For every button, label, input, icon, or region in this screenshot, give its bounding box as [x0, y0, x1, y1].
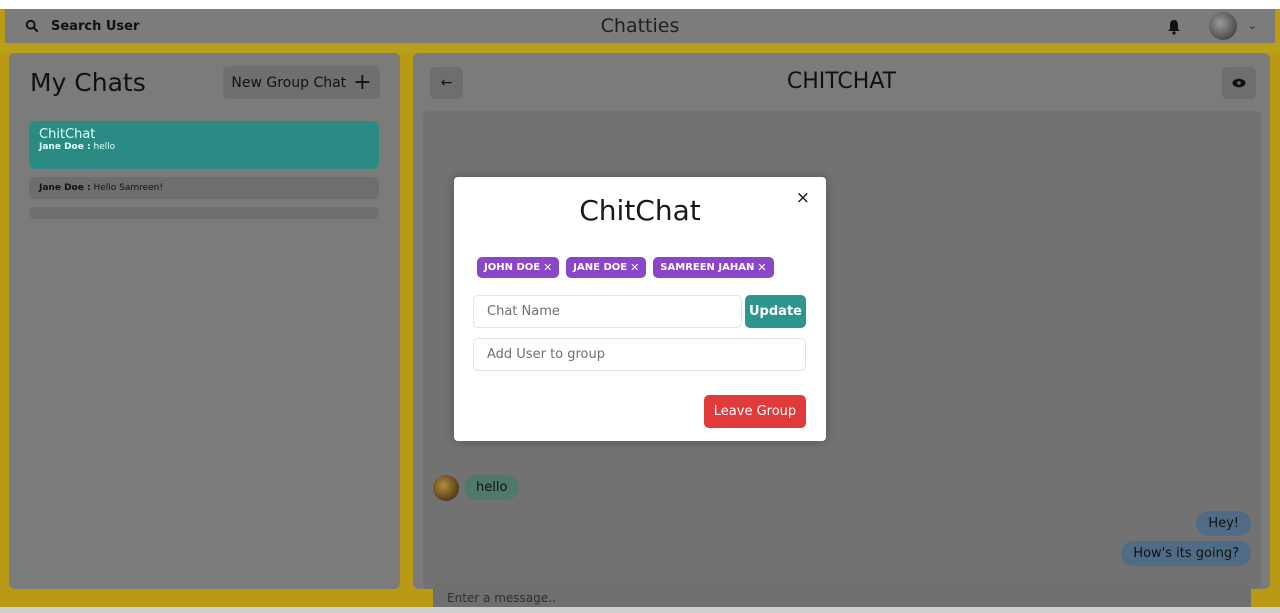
remove-member-icon[interactable]: ✕ [630, 261, 639, 274]
member-name: SAMREEN JAHAN [660, 262, 755, 273]
member-chip[interactable]: JANE DOE ✕ [566, 257, 647, 278]
preview-sender: Jane Doe : [39, 183, 91, 193]
plus-icon: + [353, 69, 372, 95]
preview-text: hello [93, 142, 116, 152]
chat-item-name: ChitChat [39, 127, 96, 142]
eye-icon [1232, 78, 1246, 88]
remove-member-icon[interactable]: ✕ [543, 261, 552, 274]
my-chats-panel: My Chats New Group Chat + ChitChat Jane … [9, 53, 400, 589]
preview-text: Hello Samreen! [93, 183, 163, 193]
modal-title: ChitChat [579, 194, 701, 227]
top-edge [0, 0, 1280, 9]
new-group-label: New Group Chat [231, 74, 347, 91]
message-bubble: hello [464, 475, 520, 500]
member-chip[interactable]: JOHN DOE ✕ [477, 257, 560, 278]
close-icon[interactable]: × [796, 188, 810, 208]
new-group-chat-button[interactable]: New Group Chat + [223, 66, 380, 99]
add-user-input[interactable] [473, 338, 806, 371]
top-strip [0, 43, 1280, 53]
member-name: JANE DOE [573, 262, 628, 273]
chat-title: CHITCHAT [786, 69, 897, 94]
bell-icon[interactable] [1167, 19, 1181, 35]
chat-item-chitchat[interactable]: ChitChat Jane Doe : hello [29, 121, 379, 169]
user-avatar[interactable] [1209, 12, 1237, 40]
app-title: Chatties [600, 15, 680, 37]
chat-name-input[interactable] [473, 295, 742, 328]
top-bar: Search User Chatties ⌄ [5, 9, 1275, 43]
bottom-bar [0, 607, 1280, 613]
group-settings-modal: ChitChat × JOHN DOE ✕ JANE DOE ✕ SAMREEN J… [454, 177, 826, 441]
update-button[interactable]: Update [745, 295, 806, 328]
chat-list: ChitChat Jane Doe : hello Jane Doe : Hel… [29, 121, 379, 227]
remove-member-icon[interactable]: ✕ [757, 261, 766, 274]
chat-item-preview: Jane Doe : Hello Samreen! [39, 183, 369, 193]
leave-group-button[interactable]: Leave Group [704, 395, 806, 428]
chat-item-jane-doe[interactable]: Jane Doe : Hello Samreen! [29, 177, 379, 199]
member-chips: JOHN DOE ✕ JANE DOE ✕ SAMREEN JAHAN ✕ [477, 257, 774, 278]
sender-avatar [433, 475, 459, 501]
my-chats-title: My Chats [30, 68, 146, 97]
message-bubble: How's its going? [1121, 541, 1251, 566]
chat-item-empty[interactable] [29, 207, 379, 219]
message-bubble: Hey! [1196, 511, 1251, 536]
preview-sender: Jane Doe : [39, 142, 91, 152]
member-name: JOHN DOE [484, 262, 541, 273]
chat-item-preview: Jane Doe : hello [39, 142, 369, 152]
member-chip[interactable]: SAMREEN JAHAN ✕ [653, 257, 774, 278]
view-details-button[interactable] [1222, 67, 1256, 99]
chevron-down-icon[interactable]: ⌄ [1248, 19, 1257, 32]
